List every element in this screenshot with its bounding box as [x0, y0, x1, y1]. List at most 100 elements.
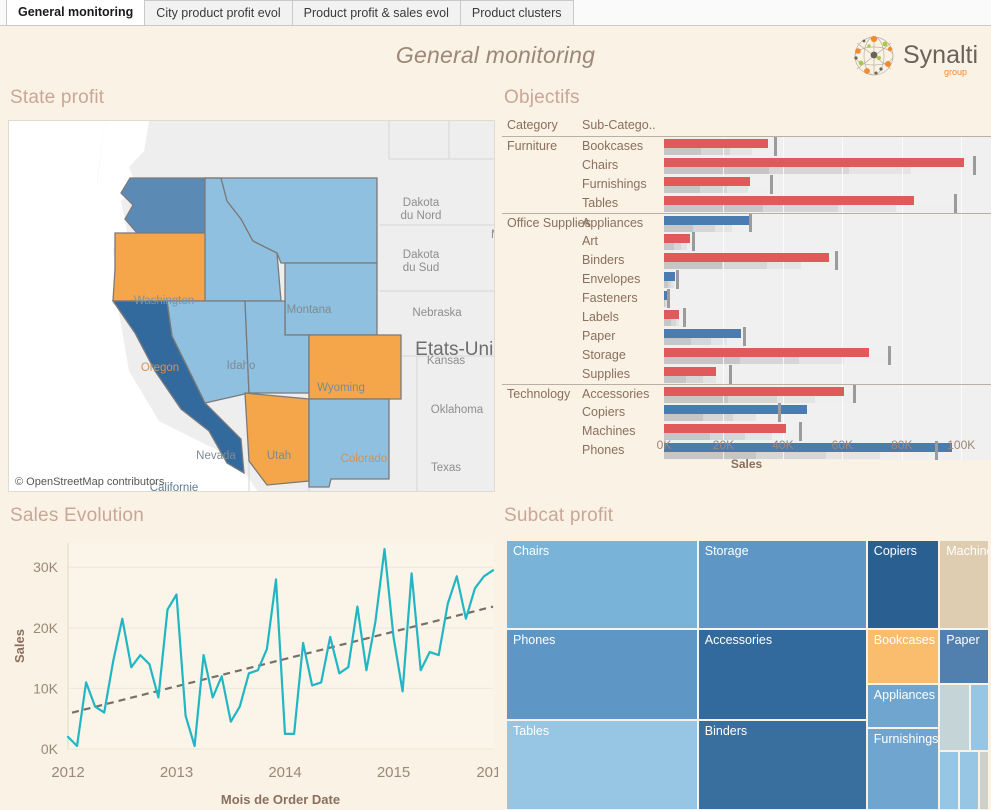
objectifs-row[interactable]: Fasteners	[502, 289, 991, 308]
objectifs-axis-tick: 0K	[657, 438, 672, 452]
treemap-cell-phones[interactable]: Phones	[506, 629, 698, 719]
objectifs-bar-cell[interactable]	[664, 214, 991, 232]
objectifs-row[interactable]: Envelopes	[502, 270, 991, 289]
objectifs-target-tick	[729, 365, 732, 384]
objectifs-gridline	[961, 232, 962, 251]
objectifs-row[interactable]: Labels	[502, 308, 991, 327]
treemap-cell-chairs[interactable]: Chairs	[506, 540, 698, 629]
objectifs-reference-band	[664, 243, 674, 250]
objectifs-category-label	[502, 403, 582, 422]
objectifs-measure-bar[interactable]	[664, 272, 675, 281]
objectifs-reference-band	[664, 225, 693, 232]
objectifs-row[interactable]: Art	[502, 232, 991, 251]
objectifs-bar-cell[interactable]	[664, 327, 991, 346]
objectifs-measure-bar[interactable]	[664, 177, 750, 186]
objectifs-bar-cell[interactable]	[664, 403, 991, 422]
objectifs-row[interactable]: Furnishings	[502, 175, 991, 194]
treemap-cell[interactable]	[959, 751, 979, 810]
objectifs-reference-band	[664, 338, 691, 345]
treemap-cell-copiers[interactable]: Copiers	[867, 540, 939, 629]
objectifs-measure-bar[interactable]	[664, 405, 807, 414]
objectifs-measure-bar[interactable]	[664, 253, 829, 262]
objectifs-title: Objectifs	[504, 87, 580, 109]
objectifs-row[interactable]: Copiers	[502, 403, 991, 422]
sales-evolution-chart[interactable]: 0K10K20K30KSales20122013201420152016Mois…	[0, 531, 498, 810]
treemap-cell[interactable]	[979, 751, 989, 810]
objectifs-measure-bar[interactable]	[664, 196, 914, 205]
column-header-category: Category	[502, 118, 582, 136]
treemap-cell-furnishings[interactable]: Furnishings	[867, 728, 939, 810]
objectifs-bar-cell[interactable]	[664, 175, 991, 194]
objectifs-row[interactable]: Storage	[502, 346, 991, 365]
osm-attribution[interactable]: © OpenStreetMap contributors	[15, 476, 164, 488]
objectifs-row[interactable]: FurnitureBookcases	[502, 137, 991, 156]
objectifs-row[interactable]: Tables	[502, 194, 991, 213]
svg-text:du Sud: du Sud	[403, 262, 439, 274]
objectifs-category-label: Furniture	[502, 137, 582, 156]
objectifs-gridline	[961, 214, 962, 232]
treemap-cell-label	[940, 685, 968, 688]
objectifs-bar-cell[interactable]	[664, 385, 991, 403]
objectifs-gridline	[842, 327, 843, 346]
objectifs-gridline	[902, 403, 903, 422]
tab-product-profit-sales-evol[interactable]: Product profit & sales evol	[292, 0, 461, 25]
objectifs-gridline	[902, 232, 903, 251]
objectifs-measure-bar[interactable]	[664, 387, 844, 396]
objectifs-panel: Objectifs Category Sub-Catego.. Furnitur…	[498, 85, 991, 505]
treemap-cell-label: Phones	[507, 630, 697, 647]
treemap-cell-bookcases[interactable]: Bookcases	[867, 629, 939, 684]
objectifs-bar-cell[interactable]	[664, 137, 991, 156]
tab-city-product-profit-evol[interactable]: City product profit evol	[144, 0, 292, 25]
tab-general-monitoring[interactable]: General monitoring	[6, 0, 145, 25]
objectifs-bar-cell[interactable]	[664, 365, 991, 384]
objectifs-bar-cell[interactable]	[664, 194, 991, 213]
objectifs-measure-bar[interactable]	[664, 348, 869, 357]
objectifs-measure-bar[interactable]	[664, 367, 716, 376]
treemap-cell[interactable]	[970, 684, 989, 750]
objectifs-bar-cell[interactable]	[664, 232, 991, 251]
objectifs-measure-bar[interactable]	[664, 234, 690, 243]
us-west-map[interactable]: Dakota du Nord Dakota du Sud Nebraska Ka…	[9, 121, 495, 492]
objectifs-bar-cell[interactable]	[664, 270, 991, 289]
objectifs-gridline	[961, 270, 962, 289]
treemap-cell-storage[interactable]: Storage	[698, 540, 867, 629]
objectifs-measure-bar[interactable]	[664, 216, 749, 225]
objectifs-gridline	[783, 137, 784, 156]
treemap-cell[interactable]	[939, 684, 969, 750]
objectifs-row[interactable]: TechnologyAccessories	[502, 384, 991, 403]
objectifs-bar-cell[interactable]	[664, 156, 991, 175]
objectifs-category-label	[502, 175, 582, 194]
objectifs-row[interactable]: Office SuppliesAppliances	[502, 213, 991, 232]
treemap-cell[interactable]	[939, 751, 959, 810]
objectifs-reference-band	[664, 357, 740, 364]
objectifs-measure-bar[interactable]	[664, 424, 786, 433]
objectifs-bar-cell[interactable]	[664, 346, 991, 365]
treemap-cell-accessories[interactable]: Accessories	[698, 629, 867, 719]
map-label-oklahoma: Oklahoma	[431, 404, 484, 416]
objectifs-x-axis-title: Sales	[502, 457, 991, 471]
tab-product-clusters[interactable]: Product clusters	[460, 0, 574, 25]
objectifs-bar-cell[interactable]	[664, 289, 991, 308]
objectifs-measure-bar[interactable]	[664, 329, 741, 338]
objectifs-target-tick	[954, 194, 957, 213]
objectifs-measure-bar[interactable]	[664, 139, 768, 148]
objectifs-target-tick	[835, 251, 838, 270]
objectifs-row[interactable]: Paper	[502, 327, 991, 346]
objectifs-row[interactable]: Supplies	[502, 365, 991, 384]
line-x-tick: 2013	[160, 764, 193, 781]
objectifs-measure-bar[interactable]	[664, 310, 679, 319]
treemap-cell-appliances[interactable]: Appliances	[867, 684, 939, 727]
objectifs-measure-bar[interactable]	[664, 158, 964, 167]
treemap-cell-tables[interactable]: Tables	[506, 720, 698, 810]
objectifs-bar-cell[interactable]	[664, 308, 991, 327]
objectifs-category-label	[502, 194, 582, 213]
treemap-cell-machines[interactable]: Machines	[939, 540, 989, 629]
treemap-cell-paper[interactable]: Paper	[939, 629, 989, 684]
objectifs-subcategory-label: Storage	[582, 346, 664, 365]
objectifs-row[interactable]: Chairs	[502, 156, 991, 175]
objectifs-row[interactable]: Binders	[502, 251, 991, 270]
objectifs-gridline	[842, 232, 843, 251]
treemap-cell-binders[interactable]: Binders	[698, 720, 867, 810]
objectifs-bar-cell[interactable]	[664, 251, 991, 270]
map-canvas[interactable]: Dakota du Nord Dakota du Sud Nebraska Ka…	[8, 120, 495, 492]
